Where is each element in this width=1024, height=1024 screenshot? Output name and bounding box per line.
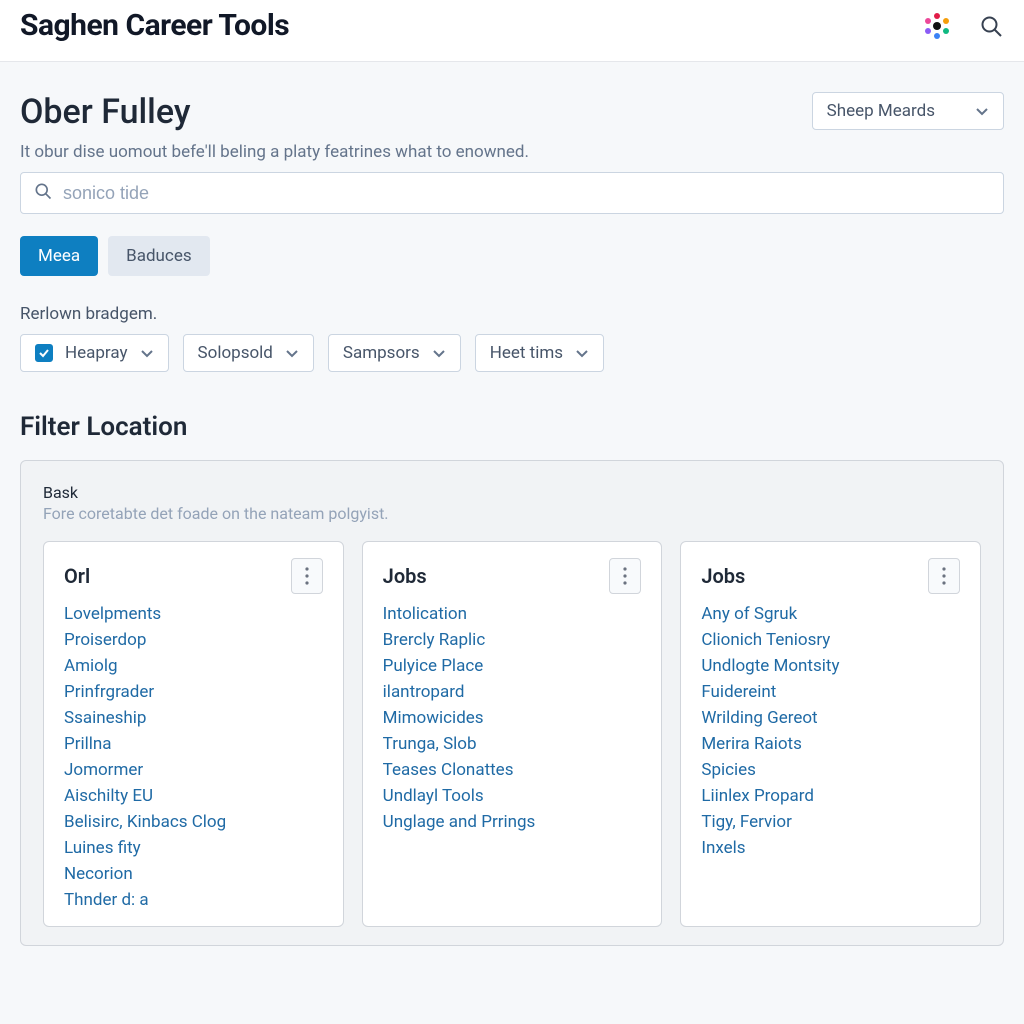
list-item[interactable]: Ssaineship bbox=[64, 708, 323, 728]
list-item[interactable]: Thnder d: a bbox=[64, 890, 323, 910]
pill-row: Meea Baduces bbox=[20, 236, 1004, 276]
link-list: Intolication Brercly Raplic Pulyice Plac… bbox=[383, 604, 642, 832]
list-item[interactable]: Unglage and Prrings bbox=[383, 812, 642, 832]
list-item[interactable]: Belisirc, Kinbacs Clog bbox=[64, 812, 323, 832]
app-title: Saghen Career Tools bbox=[20, 8, 289, 43]
page-subtitle: It obur dise uomout befe'll beling a pla… bbox=[20, 142, 1004, 162]
card-title: Jobs bbox=[383, 564, 427, 588]
link-list: Lovelpments Proiserdop Amiolg Prinfrgrad… bbox=[64, 604, 323, 910]
more-vertical-icon bbox=[305, 567, 309, 585]
search-icon bbox=[33, 181, 53, 205]
link-list: Any of Sgruk Clionich Teniosry Undlogte … bbox=[701, 604, 960, 858]
card-row: Orl Lovelpments Proiserdop Amiolg Prinfr… bbox=[43, 541, 981, 927]
chevron-down-icon bbox=[285, 346, 299, 360]
card-jobs-2: Jobs Any of Sgruk Clionich Teniosry Undl… bbox=[680, 541, 981, 927]
chevron-down-icon bbox=[575, 346, 589, 360]
more-vertical-icon bbox=[623, 567, 627, 585]
filter-chip-label: Heet tims bbox=[490, 343, 563, 363]
sort-select-label: Sheep Meards bbox=[827, 101, 935, 121]
app-header: Saghen Career Tools bbox=[0, 0, 1024, 62]
checkbox-checked-icon bbox=[35, 344, 53, 362]
list-item[interactable]: Amiolg bbox=[64, 656, 323, 676]
list-item[interactable]: Wrilding Gereot bbox=[701, 708, 960, 728]
list-item[interactable]: Necorion bbox=[64, 864, 323, 884]
list-item[interactable]: Luines fity bbox=[64, 838, 323, 858]
filter-chip-sampsors[interactable]: Sampsors bbox=[328, 334, 461, 372]
main-content: Ober Fulley Sheep Meards It obur dise uo… bbox=[0, 62, 1024, 966]
list-item[interactable]: Aischilty EU bbox=[64, 786, 323, 806]
list-item[interactable]: Any of Sgruk bbox=[701, 604, 960, 624]
list-item[interactable]: Jomormer bbox=[64, 760, 323, 780]
list-item[interactable]: Clionich Teniosry bbox=[701, 630, 960, 650]
list-item[interactable]: Trunga, Slob bbox=[383, 734, 642, 754]
list-item[interactable]: Merira Raiots bbox=[701, 734, 960, 754]
list-item[interactable]: Teases Clonattes bbox=[383, 760, 642, 780]
sort-select[interactable]: Sheep Meards bbox=[812, 92, 1004, 130]
page-title: Ober Fulley bbox=[20, 92, 190, 132]
list-item[interactable]: Spicies bbox=[701, 760, 960, 780]
color-wheel-icon[interactable] bbox=[922, 11, 952, 41]
filter-chip-heapray[interactable]: Heapray bbox=[20, 334, 169, 372]
list-item[interactable]: Prillna bbox=[64, 734, 323, 754]
panel-sub: Fore coretabte det foade on the nateam p… bbox=[43, 504, 981, 523]
list-item[interactable]: ilantropard bbox=[383, 682, 642, 702]
card-jobs-1: Jobs Intolication Brercly Raplic Pulyice… bbox=[362, 541, 663, 927]
more-button[interactable] bbox=[291, 558, 323, 594]
search-input-wrap[interactable] bbox=[20, 172, 1004, 214]
card-orl: Orl Lovelpments Proiserdop Amiolg Prinfr… bbox=[43, 541, 344, 927]
section-heading: Filter Location bbox=[20, 412, 1004, 442]
filter-chip-label: Sampsors bbox=[343, 343, 420, 363]
search-icon[interactable] bbox=[978, 13, 1004, 39]
list-item[interactable]: Intolication bbox=[383, 604, 642, 624]
list-item[interactable]: Liinlex Propard bbox=[701, 786, 960, 806]
list-item[interactable]: Undlayl Tools bbox=[383, 786, 642, 806]
filter-label: Rerlown bradgem. bbox=[20, 304, 1004, 324]
filter-chip-heettims[interactable]: Heet tims bbox=[475, 334, 604, 372]
chevron-down-icon bbox=[975, 104, 989, 118]
list-item[interactable]: Brercly Raplic bbox=[383, 630, 642, 650]
list-item[interactable]: Inxels bbox=[701, 838, 960, 858]
chevron-down-icon bbox=[432, 346, 446, 360]
search-input[interactable] bbox=[63, 183, 991, 204]
list-item[interactable]: Lovelpments bbox=[64, 604, 323, 624]
chevron-down-icon bbox=[140, 346, 154, 360]
filter-chip-label: Solopsold bbox=[198, 343, 273, 363]
location-panel: Bask Fore coretabte det foade on the nat… bbox=[20, 460, 1004, 946]
filter-chip-row: Heapray Solopsold Sampsors Heet tims bbox=[20, 334, 1004, 372]
pill-baduces[interactable]: Baduces bbox=[108, 236, 210, 276]
header-actions bbox=[922, 11, 1004, 41]
pill-meea[interactable]: Meea bbox=[20, 236, 98, 276]
filter-chip-solopsold[interactable]: Solopsold bbox=[183, 334, 314, 372]
list-item[interactable]: Pulyice Place bbox=[383, 656, 642, 676]
list-item[interactable]: Undlogte Montsity bbox=[701, 656, 960, 676]
list-item[interactable]: Proiserdop bbox=[64, 630, 323, 650]
more-vertical-icon bbox=[942, 567, 946, 585]
more-button[interactable] bbox=[609, 558, 641, 594]
more-button[interactable] bbox=[928, 558, 960, 594]
card-title: Jobs bbox=[701, 564, 745, 588]
list-item[interactable]: Tigy, Fervior bbox=[701, 812, 960, 832]
list-item[interactable]: Prinfrgrader bbox=[64, 682, 323, 702]
panel-label: Bask bbox=[43, 483, 981, 502]
list-item[interactable]: Mimowicides bbox=[383, 708, 642, 728]
list-item[interactable]: Fuidereint bbox=[701, 682, 960, 702]
card-title: Orl bbox=[64, 564, 90, 588]
filter-chip-label: Heapray bbox=[65, 343, 128, 363]
